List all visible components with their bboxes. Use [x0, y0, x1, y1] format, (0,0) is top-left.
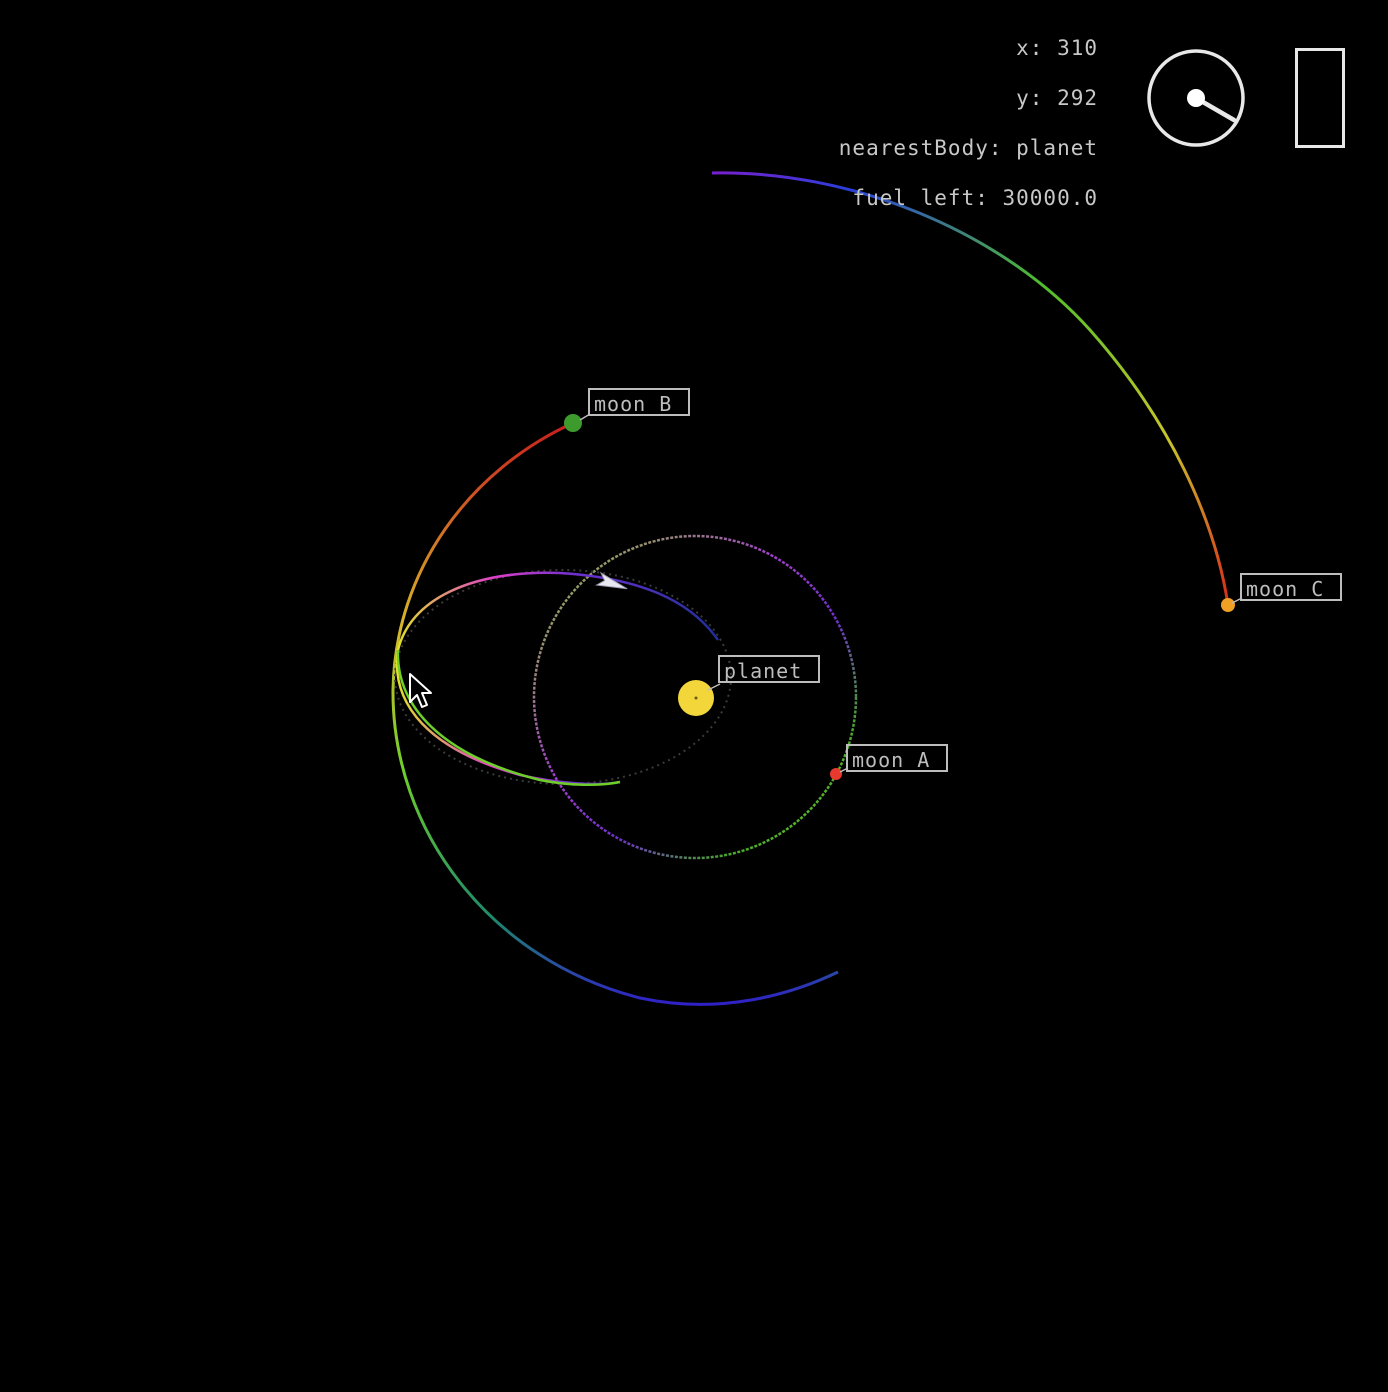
moon-b-trail [391, 421, 839, 1006]
moon-b[interactable] [564, 414, 582, 432]
moon-c-trail [711, 171, 1230, 606]
nearest-body-readout: nearestBody: planet [838, 136, 1098, 160]
ship-predicted-orbit [394, 569, 732, 785]
moon-c[interactable] [1221, 598, 1235, 612]
planet-core-dot [694, 696, 698, 700]
heading-dial-icon[interactable] [1146, 48, 1246, 148]
throttle-gauge-icon[interactable] [1295, 48, 1345, 148]
moon-a[interactable] [830, 768, 842, 780]
y-coordinate-readout: y: 292 [1016, 86, 1098, 110]
moon-c-label: moon C [1240, 573, 1342, 601]
heading-dial-hub [1187, 89, 1205, 107]
fuel-readout: fuel left: 30000.0 [852, 186, 1098, 210]
ship-icon[interactable] [594, 571, 630, 595]
mouse-cursor-icon [409, 673, 432, 708]
orbit-scene[interactable] [0, 0, 1388, 1392]
moon-a-label: moon A [846, 744, 948, 772]
x-coordinate-readout: x: 310 [1016, 36, 1098, 60]
ship-trail-green [396, 649, 621, 787]
planet-label: planet [718, 655, 820, 683]
moon-b-label: moon B [588, 388, 690, 416]
